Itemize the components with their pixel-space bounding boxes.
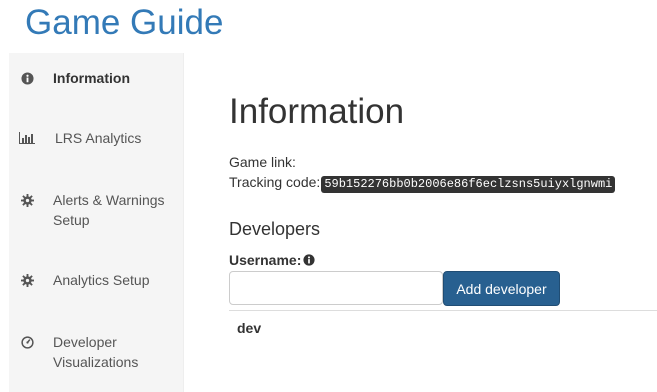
info-icon (19, 71, 35, 85)
developers-heading: Developers (229, 219, 321, 239)
sidebar-item-label: Alerts & Warnings Setup (53, 192, 165, 228)
sidebar: Information LRS Analytics Alerts & Warni… (9, 53, 184, 392)
info-icon[interactable] (303, 254, 315, 266)
app-title: Game Guide (25, 3, 224, 42)
sidebar-item-label: Developer Visualizations (53, 334, 139, 370)
divider (229, 310, 657, 311)
tracking-code-row: Tracking code: 59b152276bb0b2006e86f6eclz… (229, 174, 616, 193)
game-link-row: Game link: (229, 154, 296, 170)
sidebar-item-label: Information (53, 70, 130, 86)
bar-chart-icon (19, 131, 35, 145)
username-label-text: Username: (229, 252, 302, 268)
sidebar-item-label: Analytics Setup (53, 272, 150, 288)
username-input[interactable] (229, 271, 443, 305)
dashboard-icon (19, 335, 35, 349)
game-link-label: Game link: (229, 154, 296, 170)
page-title: Information (229, 92, 405, 131)
add-developer-button[interactable]: Add developer (443, 271, 560, 306)
gear-icon (19, 273, 35, 287)
list-item: dev (237, 320, 262, 336)
sidebar-item-label: LRS Analytics (55, 130, 142, 146)
tracking-code-label: Tracking code: (229, 174, 321, 190)
gear-icon (19, 193, 35, 207)
username-label: Username: (229, 252, 315, 268)
tracking-code-value: 59b152276bb0b2006e86f6eclzsns5uiyxlgnwmi (321, 176, 616, 193)
